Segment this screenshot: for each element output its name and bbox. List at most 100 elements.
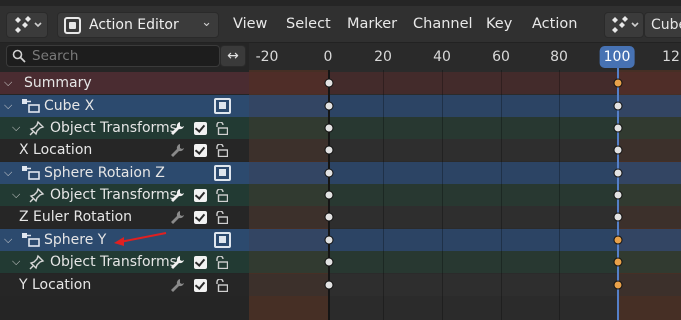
checkbox-icon[interactable] (194, 279, 207, 292)
checkbox-icon[interactable] (194, 144, 207, 157)
channel-row-object[interactable]: ⌵ Cube X (0, 95, 249, 117)
expand-chevron-icon[interactable]: ⌵ (12, 121, 24, 135)
lock-icon[interactable] (215, 122, 228, 135)
swap-arrows-icon: ↔ (227, 48, 239, 64)
lock-icon[interactable] (215, 189, 228, 202)
mode-dropdown[interactable]: Action Editor ⌄ (57, 12, 219, 38)
keyframe[interactable] (324, 212, 334, 222)
expand-chevron-icon[interactable]: ⌵ (4, 76, 16, 90)
channel-label: Object Transforms (50, 120, 177, 136)
search-placeholder: Search (32, 48, 79, 64)
keyframe[interactable] (324, 257, 334, 267)
checkbox-icon[interactable] (194, 211, 207, 224)
menu-action[interactable]: Action (532, 16, 577, 32)
wrench-icon[interactable] (170, 278, 185, 293)
action-name-field[interactable]: Cube (644, 12, 681, 38)
keyframe[interactable] (613, 123, 623, 133)
expand-chevron-icon[interactable]: ⌵ (12, 188, 24, 202)
keyframe-selected[interactable] (613, 78, 623, 88)
channel-label: Cube X (44, 98, 95, 114)
menu-channel[interactable]: Channel (413, 16, 473, 32)
lock-icon[interactable] (215, 211, 228, 224)
keyframe[interactable] (613, 212, 623, 222)
gridline (559, 70, 560, 320)
action-mode-icon (64, 16, 81, 34)
channel-row-summary[interactable]: ⌵ Summary (0, 72, 249, 94)
action-browse-button[interactable] (604, 12, 644, 38)
menu-key[interactable]: Key (486, 16, 512, 32)
keyframe[interactable] (613, 145, 623, 155)
expand-chevron-icon[interactable]: ⌵ (4, 166, 16, 180)
annotation-arrow-icon (114, 232, 167, 246)
channel-label: Y Location (19, 277, 92, 293)
wrench-icon[interactable] (170, 255, 185, 270)
pin-icon (29, 120, 45, 136)
channel-row-fcurve[interactable]: Y Location (0, 274, 249, 296)
search-icon (12, 49, 26, 63)
swap-filter-button[interactable]: ↔ (220, 45, 246, 67)
channel-label: X Location (19, 142, 93, 158)
channel-label: Sphere Y (44, 232, 107, 248)
checkbox-icon[interactable] (194, 189, 207, 202)
object-select-icon[interactable] (214, 165, 231, 181)
search-input[interactable]: Search (6, 45, 220, 67)
mode-dropdown-label: Action Editor (89, 17, 179, 33)
action-name-text: Cube (651, 17, 681, 33)
channel-label: Sphere Rotaion Z (44, 165, 165, 181)
keyframe-selected[interactable] (613, 235, 623, 245)
channel-row-group[interactable]: ⌵ Object Transforms (0, 117, 249, 139)
object-select-icon[interactable] (214, 98, 231, 114)
ruler-tick: 12 (662, 49, 680, 65)
keyframe[interactable] (613, 101, 623, 111)
object-data-icon (22, 99, 40, 113)
pin-icon (29, 187, 45, 203)
wrench-icon[interactable] (170, 121, 185, 136)
channel-row-group[interactable]: ⌵ Object Transforms (0, 251, 249, 273)
menu-view[interactable]: View (233, 16, 267, 32)
wrench-icon[interactable] (170, 143, 185, 158)
editor-type-button[interactable] (6, 12, 48, 38)
keyframe[interactable] (324, 78, 334, 88)
keyframe[interactable] (324, 235, 334, 245)
expand-chevron-icon[interactable]: ⌵ (12, 255, 24, 269)
lock-icon[interactable] (215, 279, 228, 292)
keyframe[interactable] (324, 190, 334, 200)
gridline (501, 70, 502, 320)
lock-icon[interactable] (215, 256, 228, 269)
channel-row-group[interactable]: ⌵ Object Transforms (0, 184, 249, 206)
wrench-icon[interactable] (170, 210, 185, 225)
keyframe[interactable] (324, 168, 334, 178)
checkbox-icon[interactable] (194, 122, 207, 135)
ruler-tick: 60 (492, 49, 510, 65)
ruler-tick: 20 (374, 49, 392, 65)
keyframe[interactable] (324, 101, 334, 111)
channel-row-fcurve[interactable]: X Location (0, 139, 249, 161)
expand-chevron-icon[interactable]: ⌵ (4, 233, 16, 247)
menu-select[interactable]: Select (286, 16, 331, 32)
frame-ruler[interactable]: -20 0 20 40 60 80 12 100 (249, 43, 681, 70)
menu-marker[interactable]: Marker (347, 16, 397, 32)
keyframe-selected[interactable] (613, 257, 623, 267)
keyframe-selected[interactable] (613, 280, 623, 290)
channel-label: Z Euler Rotation (19, 209, 133, 225)
checkbox-icon[interactable] (194, 256, 207, 269)
dopesheet-icon (15, 16, 42, 33)
keyframe[interactable] (613, 168, 623, 178)
keyframe[interactable] (324, 280, 334, 290)
current-frame-indicator[interactable]: 100 (599, 46, 635, 68)
gridline (383, 70, 384, 320)
ruler-tick: 0 (323, 49, 333, 65)
keyframe[interactable] (324, 123, 334, 133)
chevron-down-icon: ⌄ (201, 15, 212, 30)
keyframe[interactable] (324, 145, 334, 155)
channel-row-object[interactable]: ⌵ Sphere Rotaion Z (0, 162, 249, 184)
ruler-tick: -20 (255, 49, 279, 65)
wrench-icon[interactable] (170, 188, 185, 203)
expand-chevron-icon[interactable]: ⌵ (4, 99, 16, 113)
keyframe[interactable] (613, 190, 623, 200)
channel-row-fcurve[interactable]: Z Euler Rotation (0, 206, 249, 228)
object-select-icon[interactable] (214, 232, 231, 248)
keyframe-timeline[interactable]: -20 0 20 40 60 80 12 100 (249, 43, 681, 320)
lock-icon[interactable] (215, 144, 228, 157)
gridline (442, 70, 443, 320)
